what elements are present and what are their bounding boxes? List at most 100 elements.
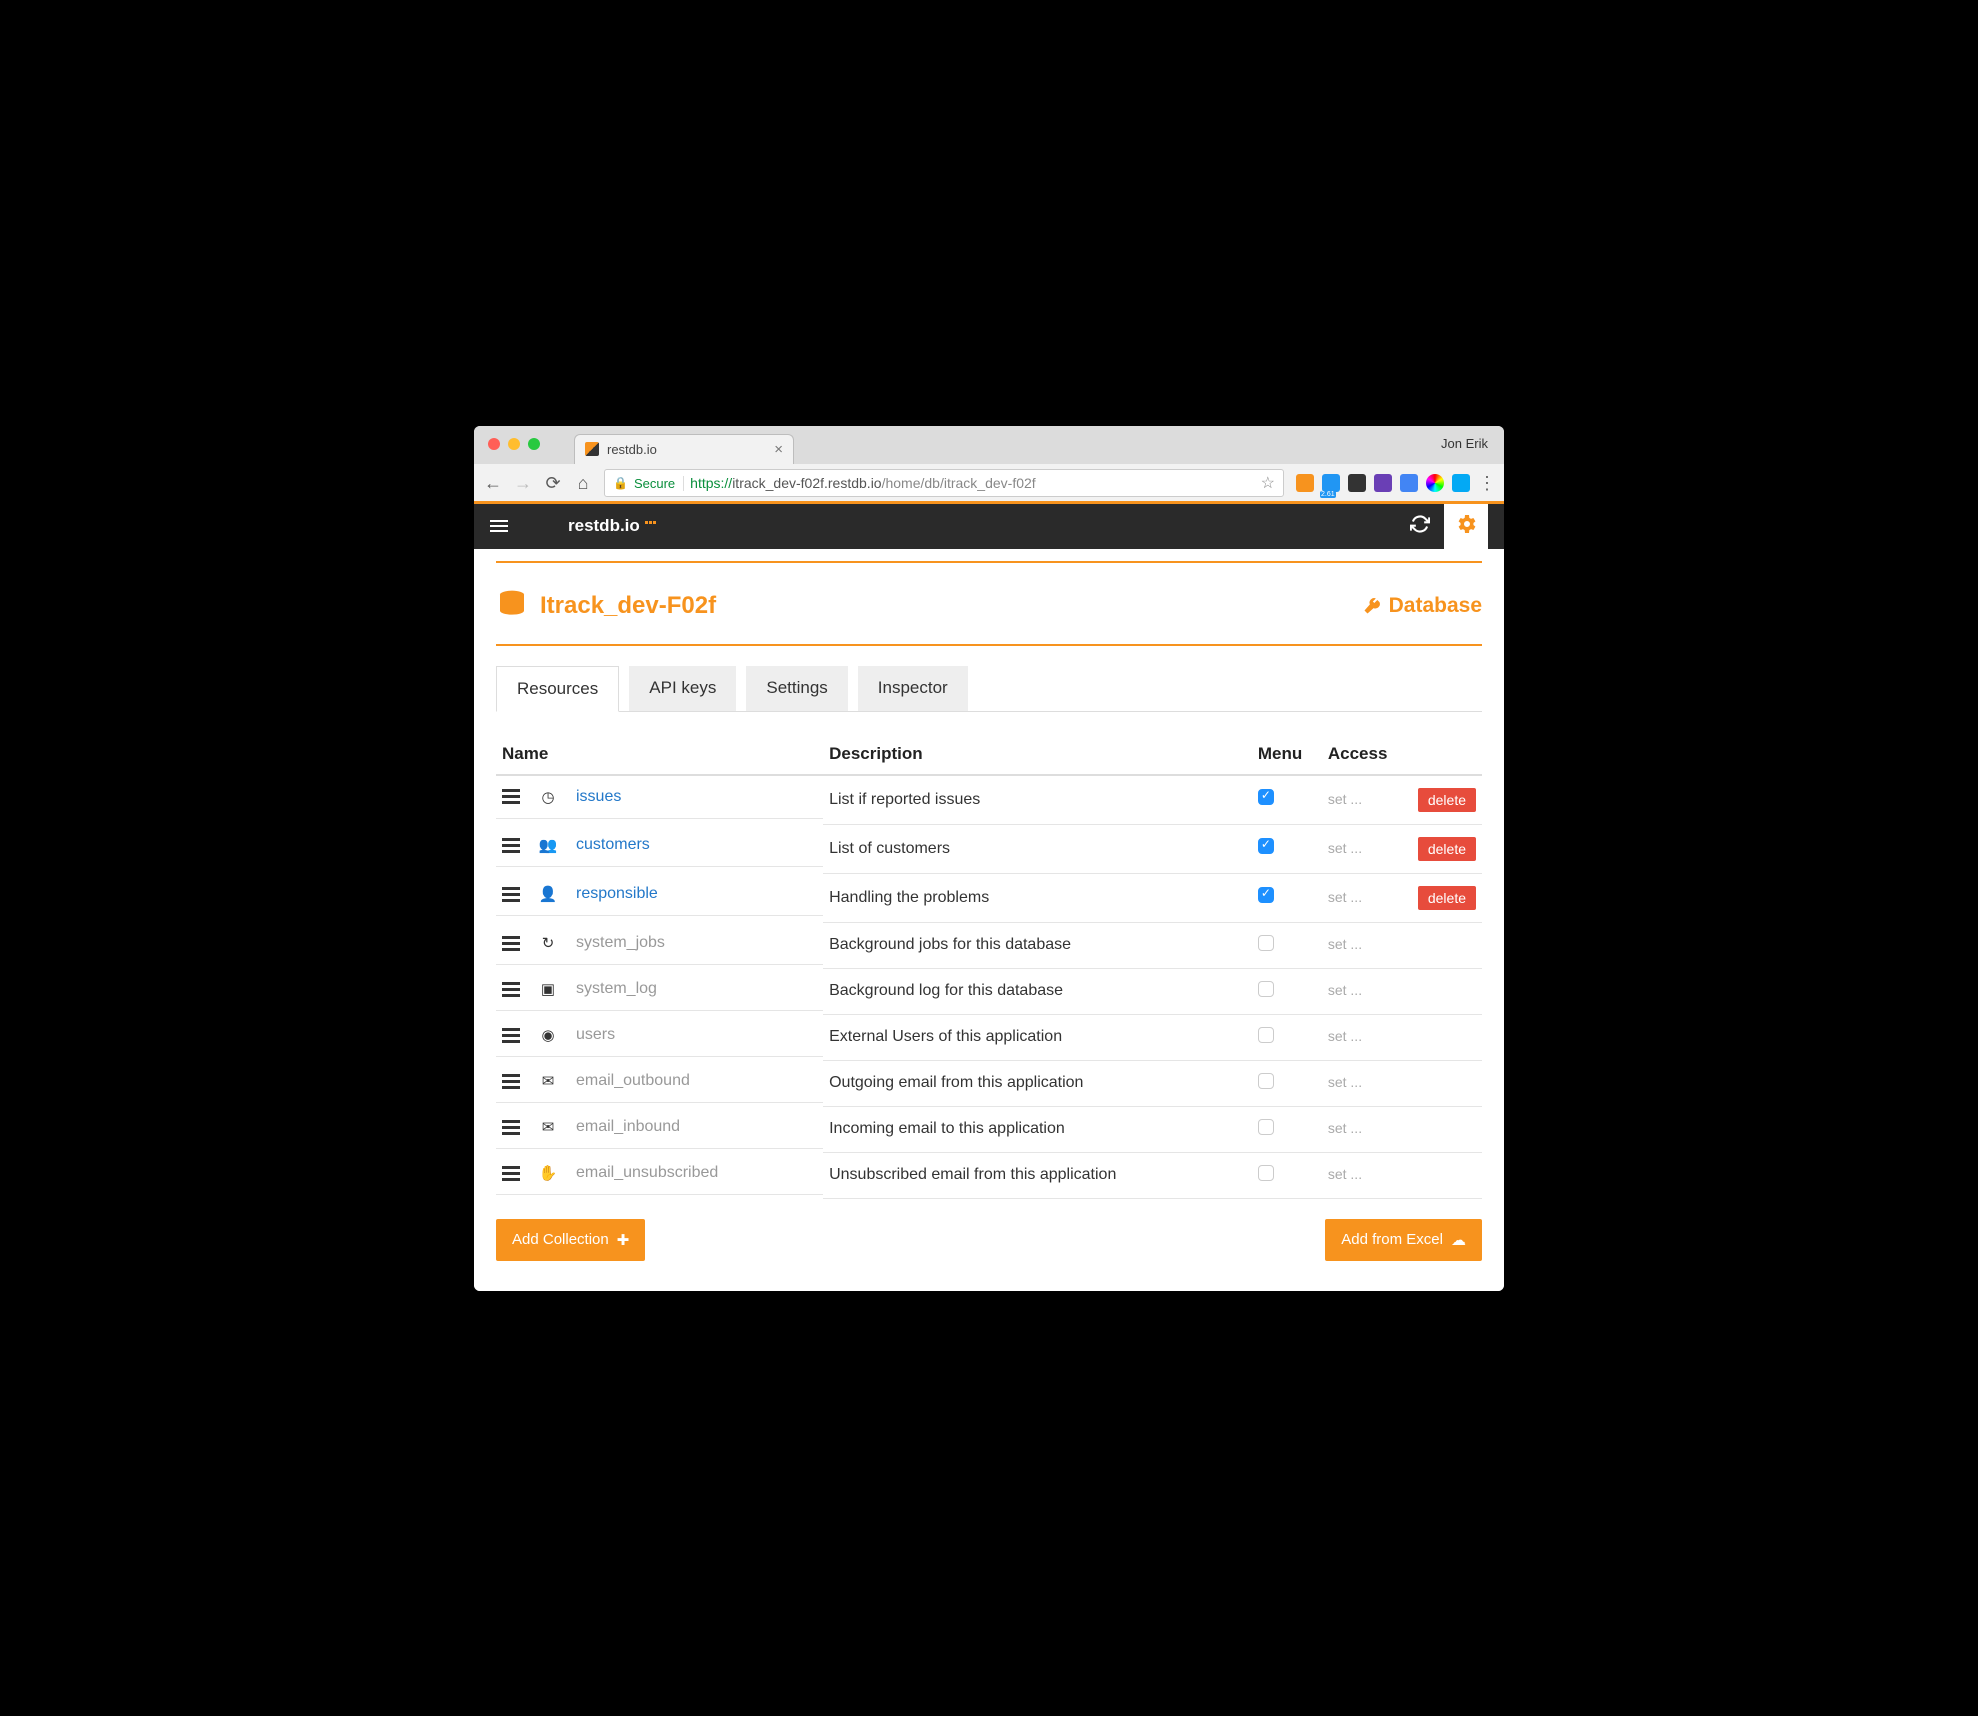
extension-icon[interactable] bbox=[1296, 474, 1314, 492]
logo-dots-icon bbox=[645, 521, 656, 524]
url-display: https://itrack_dev-f02f.restdb.io/home/d… bbox=[690, 475, 1036, 491]
chrome-menu-button[interactable]: ⋮ bbox=[1478, 473, 1494, 494]
drag-handle[interactable] bbox=[502, 982, 520, 997]
resource-name: email_unsubscribed bbox=[576, 1164, 718, 1182]
extension-icon[interactable] bbox=[1400, 474, 1418, 492]
drag-handle[interactable] bbox=[502, 1028, 520, 1043]
forward-button[interactable]: → bbox=[514, 473, 532, 494]
extension-icon[interactable] bbox=[1348, 474, 1366, 492]
titlebar: restdb.io × Jon Erik bbox=[474, 426, 1504, 464]
url-host: itrack_dev-f02f.restdb.io bbox=[732, 475, 881, 491]
url-scheme: https:// bbox=[690, 475, 732, 491]
tab-resources[interactable]: Resources bbox=[496, 666, 619, 712]
menu-checkbox[interactable] bbox=[1258, 838, 1274, 854]
drag-handle[interactable] bbox=[502, 838, 520, 853]
omnibox[interactable]: 🔒 Secure https://itrack_dev-f02f.restdb.… bbox=[604, 469, 1284, 497]
plus-icon: ✚ bbox=[617, 1231, 630, 1249]
delete-button[interactable]: delete bbox=[1418, 837, 1476, 861]
settings-gears-button[interactable] bbox=[1444, 504, 1488, 549]
delete-button[interactable]: delete bbox=[1418, 788, 1476, 812]
resource-description: Handling the problems bbox=[823, 873, 1252, 922]
wrench-icon bbox=[1363, 597, 1381, 615]
set-access-link[interactable]: set ... bbox=[1328, 1028, 1362, 1044]
tab-inspector[interactable]: Inspector bbox=[858, 666, 968, 711]
delete-button[interactable]: delete bbox=[1418, 886, 1476, 910]
drag-handle[interactable] bbox=[502, 1074, 520, 1089]
resource-name: email_inbound bbox=[576, 1118, 680, 1136]
add-collection-button[interactable]: Add Collection ✚ bbox=[496, 1219, 645, 1261]
resource-name: system_log bbox=[576, 980, 657, 998]
resource-name[interactable]: customers bbox=[576, 836, 650, 854]
extension-icon[interactable] bbox=[1374, 474, 1392, 492]
close-window-button[interactable] bbox=[488, 438, 500, 450]
set-access-link[interactable]: set ... bbox=[1328, 1074, 1362, 1090]
set-access-link[interactable]: set ... bbox=[1328, 1120, 1362, 1136]
set-access-link[interactable]: set ... bbox=[1328, 889, 1362, 905]
column-description: Description bbox=[823, 734, 1252, 775]
home-button[interactable]: ⌂ bbox=[574, 473, 592, 494]
tab-api-keys[interactable]: API keys bbox=[629, 666, 736, 711]
menu-checkbox[interactable] bbox=[1258, 1119, 1274, 1135]
table-row: 👤responsibleHandling the problemsset ...… bbox=[496, 873, 1482, 922]
page-header: Itrack_dev-F02f Database bbox=[496, 577, 1482, 646]
set-access-link[interactable]: set ... bbox=[1328, 1166, 1362, 1182]
table-row: ◉usersExternal Users of this application… bbox=[496, 1014, 1482, 1060]
drag-handle[interactable] bbox=[502, 789, 520, 804]
menu-checkbox[interactable] bbox=[1258, 1027, 1274, 1043]
resource-name[interactable]: issues bbox=[576, 788, 621, 806]
resources-table: Name Description Menu Access ◷issuesList… bbox=[496, 734, 1482, 1199]
menu-checkbox[interactable] bbox=[1258, 935, 1274, 951]
reload-button[interactable]: ⟳ bbox=[544, 473, 562, 494]
hand-icon: ✋ bbox=[538, 1164, 558, 1182]
menu-checkbox[interactable] bbox=[1258, 887, 1274, 903]
resource-name: users bbox=[576, 1026, 615, 1044]
extension-icon[interactable] bbox=[1322, 474, 1340, 492]
bookmark-star-icon[interactable]: ☆ bbox=[1261, 473, 1275, 493]
resource-name[interactable]: responsible bbox=[576, 885, 658, 903]
menu-checkbox[interactable] bbox=[1258, 789, 1274, 805]
maximize-window-button[interactable] bbox=[528, 438, 540, 450]
url-path: /home/db/itrack_dev-f02f bbox=[882, 475, 1036, 491]
clock-refresh-icon: ◷ bbox=[538, 788, 558, 806]
set-access-link[interactable]: set ... bbox=[1328, 982, 1362, 998]
back-button[interactable]: ← bbox=[484, 473, 502, 494]
table-row: ✋ email_unsubscribed Unsubscribed email fr… bbox=[496, 1152, 1482, 1198]
drag-handle[interactable] bbox=[502, 1166, 520, 1181]
profile-name[interactable]: Jon Erik bbox=[1441, 436, 1488, 451]
add-from-excel-button[interactable]: Add from Excel ☁ bbox=[1325, 1219, 1482, 1261]
add-collection-label: Add Collection bbox=[512, 1231, 609, 1248]
drag-handle[interactable] bbox=[502, 936, 520, 951]
menu-checkbox[interactable] bbox=[1258, 981, 1274, 997]
extension-icon[interactable] bbox=[1426, 474, 1444, 492]
secure-label: Secure bbox=[634, 476, 684, 491]
resource-description: Unsubscribed email from this application bbox=[823, 1152, 1252, 1198]
sync-button[interactable] bbox=[1396, 514, 1444, 539]
drag-handle[interactable] bbox=[502, 887, 520, 902]
resource-description: Background jobs for this database bbox=[823, 922, 1252, 968]
tab-settings[interactable]: Settings bbox=[746, 666, 847, 711]
add-from-excel-label: Add from Excel bbox=[1341, 1231, 1443, 1248]
set-access-link[interactable]: set ... bbox=[1328, 936, 1362, 952]
user-circle-icon: ◉ bbox=[538, 1026, 558, 1044]
menu-checkbox[interactable] bbox=[1258, 1165, 1274, 1181]
resource-name: system_jobs bbox=[576, 934, 665, 952]
table-row: ✉email_outboundOutgoing email from this … bbox=[496, 1060, 1482, 1106]
menu-checkbox[interactable] bbox=[1258, 1073, 1274, 1089]
set-access-link[interactable]: set ... bbox=[1328, 840, 1362, 856]
tab-close-button[interactable]: × bbox=[774, 441, 783, 458]
logo-text: restdb.io bbox=[568, 516, 640, 536]
database-link[interactable]: Database bbox=[1363, 594, 1482, 618]
set-access-link[interactable]: set ... bbox=[1328, 791, 1362, 807]
tab-title: restdb.io bbox=[607, 442, 657, 457]
hamburger-menu-button[interactable] bbox=[490, 520, 508, 532]
content-area: Itrack_dev-F02f Database ResourcesAPI ke… bbox=[474, 549, 1504, 1291]
minimize-window-button[interactable] bbox=[508, 438, 520, 450]
users-icon: 👥 bbox=[538, 836, 558, 854]
table-row: 👥customersList of customersset ...delete bbox=[496, 824, 1482, 873]
app-logo[interactable]: restdb.io bbox=[568, 516, 656, 536]
browser-tab[interactable]: restdb.io × bbox=[574, 434, 794, 464]
column-menu: Menu bbox=[1252, 734, 1322, 775]
refresh-icon: ↻ bbox=[538, 934, 558, 952]
drag-handle[interactable] bbox=[502, 1120, 520, 1135]
extension-icon[interactable] bbox=[1452, 474, 1470, 492]
